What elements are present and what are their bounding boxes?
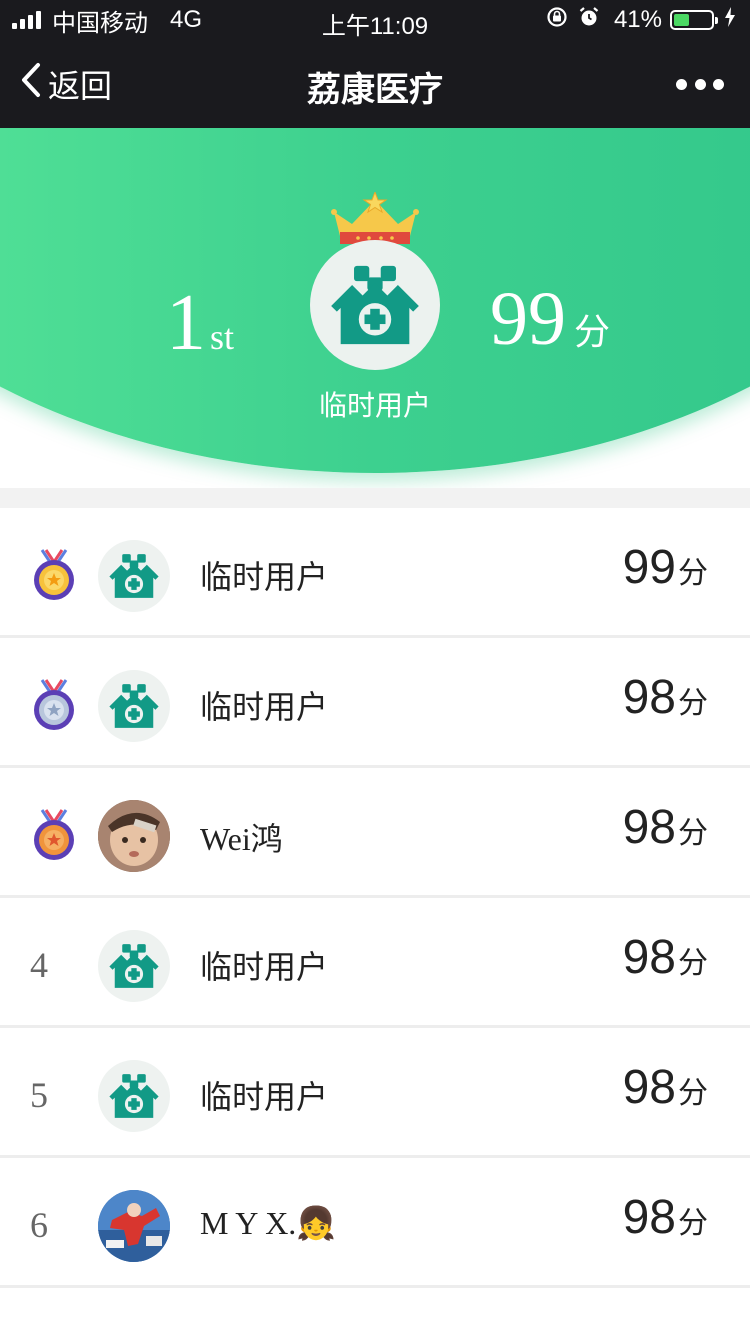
more-button[interactable] — [676, 70, 724, 98]
rank-number: 6 — [30, 1205, 48, 1245]
rank-badge: 4 — [28, 938, 82, 992]
hospital-logo-icon — [331, 265, 419, 345]
score-value: 98 — [622, 1191, 676, 1244]
score-unit: 分 — [678, 1207, 708, 1240]
user-name: 临时用户 — [200, 1079, 329, 1115]
champion-rank: 1st — [166, 278, 234, 369]
score-value: 98 — [622, 801, 676, 854]
user-photo-icon — [98, 1190, 170, 1262]
score-unit: 分 — [678, 947, 708, 980]
alarm-icon — [578, 6, 600, 35]
user-avatar[interactable] — [98, 1190, 170, 1262]
user-avatar[interactable] — [98, 540, 170, 612]
status-right: 41% — [546, 6, 736, 34]
hospital-logo-icon — [109, 944, 159, 988]
ranking-row[interactable]: 4 临时用户 98分 — [0, 898, 750, 1028]
user-avatar[interactable] — [98, 1060, 170, 1132]
champion-score-unit: 分 — [574, 311, 611, 352]
gold-medal-icon — [34, 549, 74, 600]
score-unit: 分 — [678, 1077, 708, 1110]
ranking-row[interactable]: 5 临时用户 98分 — [0, 1028, 750, 1158]
champion-score: 99 分 — [490, 276, 610, 363]
champion-banner: 1st 99 分 临时用户 — [0, 128, 750, 488]
user-name: 临时用户 — [200, 689, 329, 725]
battery-icon — [670, 10, 718, 30]
user-avatar[interactable] — [98, 800, 170, 872]
more-dot-icon — [713, 78, 724, 90]
user-score: 98分 — [623, 800, 708, 855]
user-name: 临时用户 — [200, 559, 329, 595]
rank-badge — [28, 548, 82, 602]
page-title: 荔康医疗 — [307, 71, 443, 109]
hospital-logo-icon — [109, 554, 159, 598]
user-name: 临时用户 — [200, 949, 329, 985]
hospital-logo-icon — [109, 1074, 159, 1118]
user-score: 98分 — [623, 1190, 708, 1245]
score-unit: 分 — [678, 557, 708, 590]
user-name: Wei鸿 — [200, 821, 283, 857]
score-unit: 分 — [678, 687, 708, 720]
rank-badge: 6 — [28, 1198, 82, 1252]
status-bar: 中国移动 4G 上午11:09 41% — [0, 0, 750, 40]
hospital-logo-icon — [109, 684, 159, 728]
user-score: 99分 — [623, 540, 708, 595]
more-dot-icon — [676, 78, 687, 90]
ranking-list: 临时用户 99分 临时用户 98分 Wei鸿 98分 4 临时用户 98分 5 … — [0, 508, 750, 1288]
more-dot-icon — [694, 78, 706, 90]
ranking-row[interactable]: 临时用户 98分 — [0, 638, 750, 768]
user-score: 98分 — [623, 930, 708, 985]
user-score: 98分 — [623, 670, 708, 725]
rank-badge — [28, 808, 82, 862]
user-name: M Y X.👧 — [200, 1205, 337, 1241]
ranking-row[interactable]: Wei鸿 98分 — [0, 768, 750, 898]
score-value: 98 — [622, 1061, 676, 1114]
score-value: 99 — [622, 541, 676, 594]
score-value: 98 — [622, 931, 676, 984]
user-photo-icon — [98, 800, 170, 872]
champion-name: 临时用户 — [318, 390, 431, 421]
ranking-row[interactable]: 6 M Y X.👧 98分 — [0, 1158, 750, 1288]
user-score: 98分 — [623, 1060, 708, 1115]
champion-rank-number: 1 — [166, 279, 206, 367]
user-avatar[interactable] — [98, 670, 170, 742]
score-unit: 分 — [678, 817, 708, 850]
charging-icon — [724, 6, 736, 34]
rotation-lock-icon — [546, 6, 568, 35]
bronze-medal-icon — [34, 809, 74, 860]
silver-medal-icon — [34, 679, 74, 730]
ranking-row[interactable]: 临时用户 99分 — [0, 508, 750, 638]
champion-rank-suffix: st — [210, 317, 235, 357]
rank-badge: 5 — [28, 1068, 82, 1122]
score-value: 98 — [622, 671, 676, 724]
champion-avatar[interactable] — [310, 240, 440, 370]
rank-badge — [28, 678, 82, 732]
battery-percent: 41% — [613, 6, 662, 33]
section-divider — [0, 488, 750, 508]
rank-number: 5 — [30, 1075, 48, 1115]
nav-bar: 返回 荔康医疗 — [0, 40, 750, 128]
rank-number: 4 — [30, 945, 48, 985]
champion-score-number: 99 — [490, 277, 566, 361]
user-avatar[interactable] — [98, 930, 170, 1002]
